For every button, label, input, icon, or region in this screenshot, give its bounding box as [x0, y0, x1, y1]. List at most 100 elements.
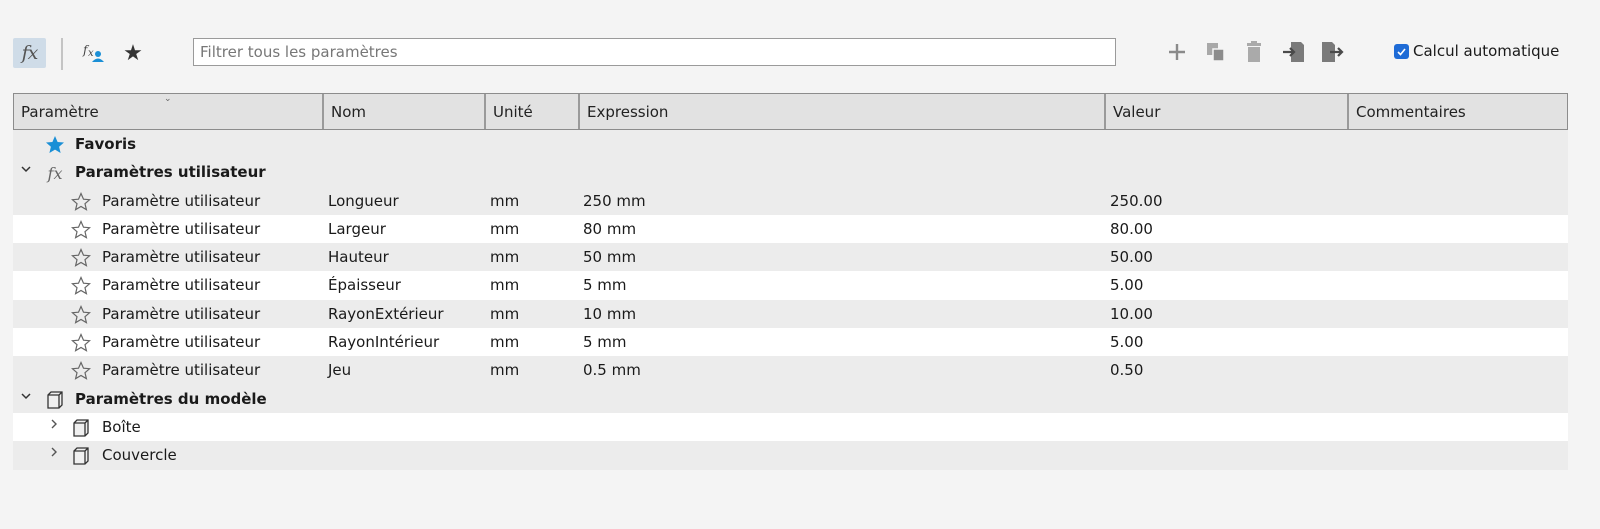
- param-name-cell[interactable]: Hauteur: [328, 243, 389, 271]
- column-header-label: Valeur: [1113, 103, 1161, 121]
- param-expression-cell[interactable]: 50 mm: [583, 243, 636, 271]
- add-parameter-button[interactable]: [1163, 38, 1191, 66]
- fx-icon: fx: [47, 163, 63, 183]
- fx-user-icon: f x: [82, 43, 104, 62]
- table-row[interactable]: Paramètre utilisateur Hauteur mm 50 mm 50.00: [13, 243, 1568, 272]
- cube-icon: [45, 390, 65, 410]
- table-row[interactable]: Paramètre utilisateur Largeur mm 80 mm 80.00: [13, 214, 1568, 244]
- param-value-cell: 250.00: [1110, 191, 1163, 210]
- param-expression-cell[interactable]: 5 mm: [583, 271, 627, 299]
- param-value-cell: 50.00: [1110, 248, 1153, 267]
- fx-icon: fx: [21, 42, 39, 64]
- cube-icon: [71, 446, 91, 466]
- param-unit-cell[interactable]: mm: [490, 215, 519, 243]
- group-label: Paramètres du modèle: [75, 389, 267, 408]
- param-type-cell: Paramètre utilisateur: [102, 333, 261, 352]
- export-parameters-button[interactable]: [1318, 38, 1346, 66]
- favorites-filter-button[interactable]: ★: [118, 38, 148, 68]
- user-parameters-group-row[interactable]: fx Paramètres utilisateur: [13, 158, 1568, 187]
- star-outline-icon[interactable]: [71, 219, 91, 240]
- star-outline-icon[interactable]: [71, 333, 91, 353]
- group-label: Paramètres utilisateur: [75, 163, 266, 182]
- parameters-table: Paramètre ⌄ Nom Unité Expression Valeur …: [13, 93, 1568, 470]
- table-header: Paramètre ⌄ Nom Unité Expression Valeur …: [13, 93, 1568, 130]
- model-parameters-group-row[interactable]: Paramètres du modèle: [13, 384, 1568, 413]
- param-type-cell: Paramètre utilisateur: [102, 276, 261, 295]
- param-unit-cell[interactable]: mm: [490, 271, 519, 299]
- delete-parameter-button[interactable]: [1240, 38, 1268, 66]
- param-unit-cell[interactable]: mm: [490, 187, 519, 215]
- table-row[interactable]: Paramètre utilisateur Épaisseur mm 5 mm 5.00: [13, 271, 1568, 300]
- copy-icon: [1207, 43, 1225, 62]
- toolbar-separator: [61, 38, 63, 70]
- model-child-row-boite[interactable]: Boîte: [13, 412, 1568, 442]
- column-header-label: Unité: [493, 103, 533, 121]
- column-header-expression[interactable]: Expression: [580, 94, 1106, 129]
- param-value-cell: 0.50: [1110, 361, 1144, 380]
- chevron-down-icon[interactable]: [19, 158, 33, 186]
- cube-icon: [71, 418, 91, 438]
- import-parameters-button[interactable]: [1280, 38, 1308, 66]
- param-expression-cell[interactable]: 5 mm: [583, 328, 627, 356]
- param-type-cell: Paramètre utilisateur: [102, 304, 261, 323]
- table-row[interactable]: Paramètre utilisateur Longueur mm 250 mm 250…: [13, 186, 1568, 215]
- chevron-right-icon[interactable]: [47, 441, 61, 469]
- column-header-label: Commentaires: [1356, 103, 1466, 121]
- column-header-nom[interactable]: Nom: [324, 94, 486, 129]
- table-row[interactable]: Paramètre utilisateur RayonExtérieur mm 10 …: [13, 299, 1568, 329]
- param-type-cell: Paramètre utilisateur: [102, 248, 261, 267]
- param-value-cell: 5.00: [1110, 333, 1144, 352]
- star-filled-icon: [45, 135, 65, 155]
- param-value-cell: 10.00: [1110, 304, 1153, 323]
- param-unit-cell[interactable]: mm: [490, 328, 519, 356]
- import-icon: [1283, 42, 1304, 62]
- param-name-cell[interactable]: Largeur: [328, 215, 386, 243]
- table-row[interactable]: Paramètre utilisateur Jeu mm 0.5 mm 0.50: [13, 356, 1568, 385]
- param-type-cell: Paramètre utilisateur: [102, 361, 261, 380]
- model-child-row-couvercle[interactable]: Couvercle: [13, 441, 1568, 470]
- param-unit-cell[interactable]: mm: [490, 300, 519, 328]
- param-name-cell[interactable]: RayonExtérieur: [328, 300, 444, 328]
- param-type-cell: Paramètre utilisateur: [102, 219, 261, 238]
- star-outline-icon[interactable]: [71, 248, 91, 268]
- sort-caret-icon: ⌄: [164, 94, 172, 104]
- auto-calc-checkbox[interactable]: [1394, 43, 1409, 59]
- trash-icon: [1247, 41, 1261, 62]
- column-header-parametre[interactable]: Paramètre ⌄: [14, 94, 324, 129]
- star-outline-icon[interactable]: [71, 276, 91, 296]
- param-unit-cell[interactable]: mm: [490, 243, 519, 271]
- column-header-label: Expression: [587, 103, 669, 121]
- param-name-cell[interactable]: Jeu: [328, 356, 351, 384]
- star-outline-icon[interactable]: [71, 191, 91, 212]
- param-name-cell[interactable]: Longueur: [328, 187, 399, 215]
- column-header-valeur[interactable]: Valeur: [1106, 94, 1349, 129]
- param-value-cell: 80.00: [1110, 219, 1153, 238]
- param-expression-cell[interactable]: 80 mm: [583, 215, 636, 243]
- chevron-right-icon[interactable]: [47, 413, 61, 441]
- param-expression-cell[interactable]: 10 mm: [583, 300, 636, 328]
- auto-calc-label: Calcul automatique: [1413, 42, 1560, 60]
- column-header-unite[interactable]: Unité: [486, 94, 580, 129]
- copy-parameter-button[interactable]: [1202, 38, 1230, 66]
- user-parameters-filter-button[interactable]: f x: [79, 38, 109, 68]
- filter-parameters-input[interactable]: [193, 38, 1116, 66]
- favorites-group-row[interactable]: Favoris: [13, 130, 1568, 159]
- star-outline-icon[interactable]: [71, 361, 91, 381]
- plus-icon: [1169, 44, 1185, 60]
- svg-text:x: x: [88, 48, 94, 59]
- fx-parameters-toggle-button[interactable]: fx: [13, 38, 46, 68]
- column-header-commentaires[interactable]: Commentaires: [1349, 94, 1567, 129]
- export-icon: [1322, 42, 1344, 62]
- param-value-cell: 5.00: [1110, 276, 1144, 295]
- param-name-cell[interactable]: Épaisseur: [328, 271, 401, 299]
- auto-calc-toggle[interactable]: Calcul automatique: [1394, 42, 1559, 60]
- chevron-down-icon[interactable]: [19, 385, 33, 413]
- param-expression-cell[interactable]: 250 mm: [583, 187, 646, 215]
- model-child-label: Boîte: [102, 417, 141, 436]
- table-row[interactable]: Paramètre utilisateur RayonIntérieur mm 5 m…: [13, 328, 1568, 357]
- param-expression-cell[interactable]: 0.5 mm: [583, 356, 641, 384]
- param-name-cell[interactable]: RayonIntérieur: [328, 328, 439, 356]
- star-outline-icon[interactable]: [71, 304, 91, 325]
- param-unit-cell[interactable]: mm: [490, 356, 519, 384]
- star-filled-icon: ★: [123, 40, 143, 66]
